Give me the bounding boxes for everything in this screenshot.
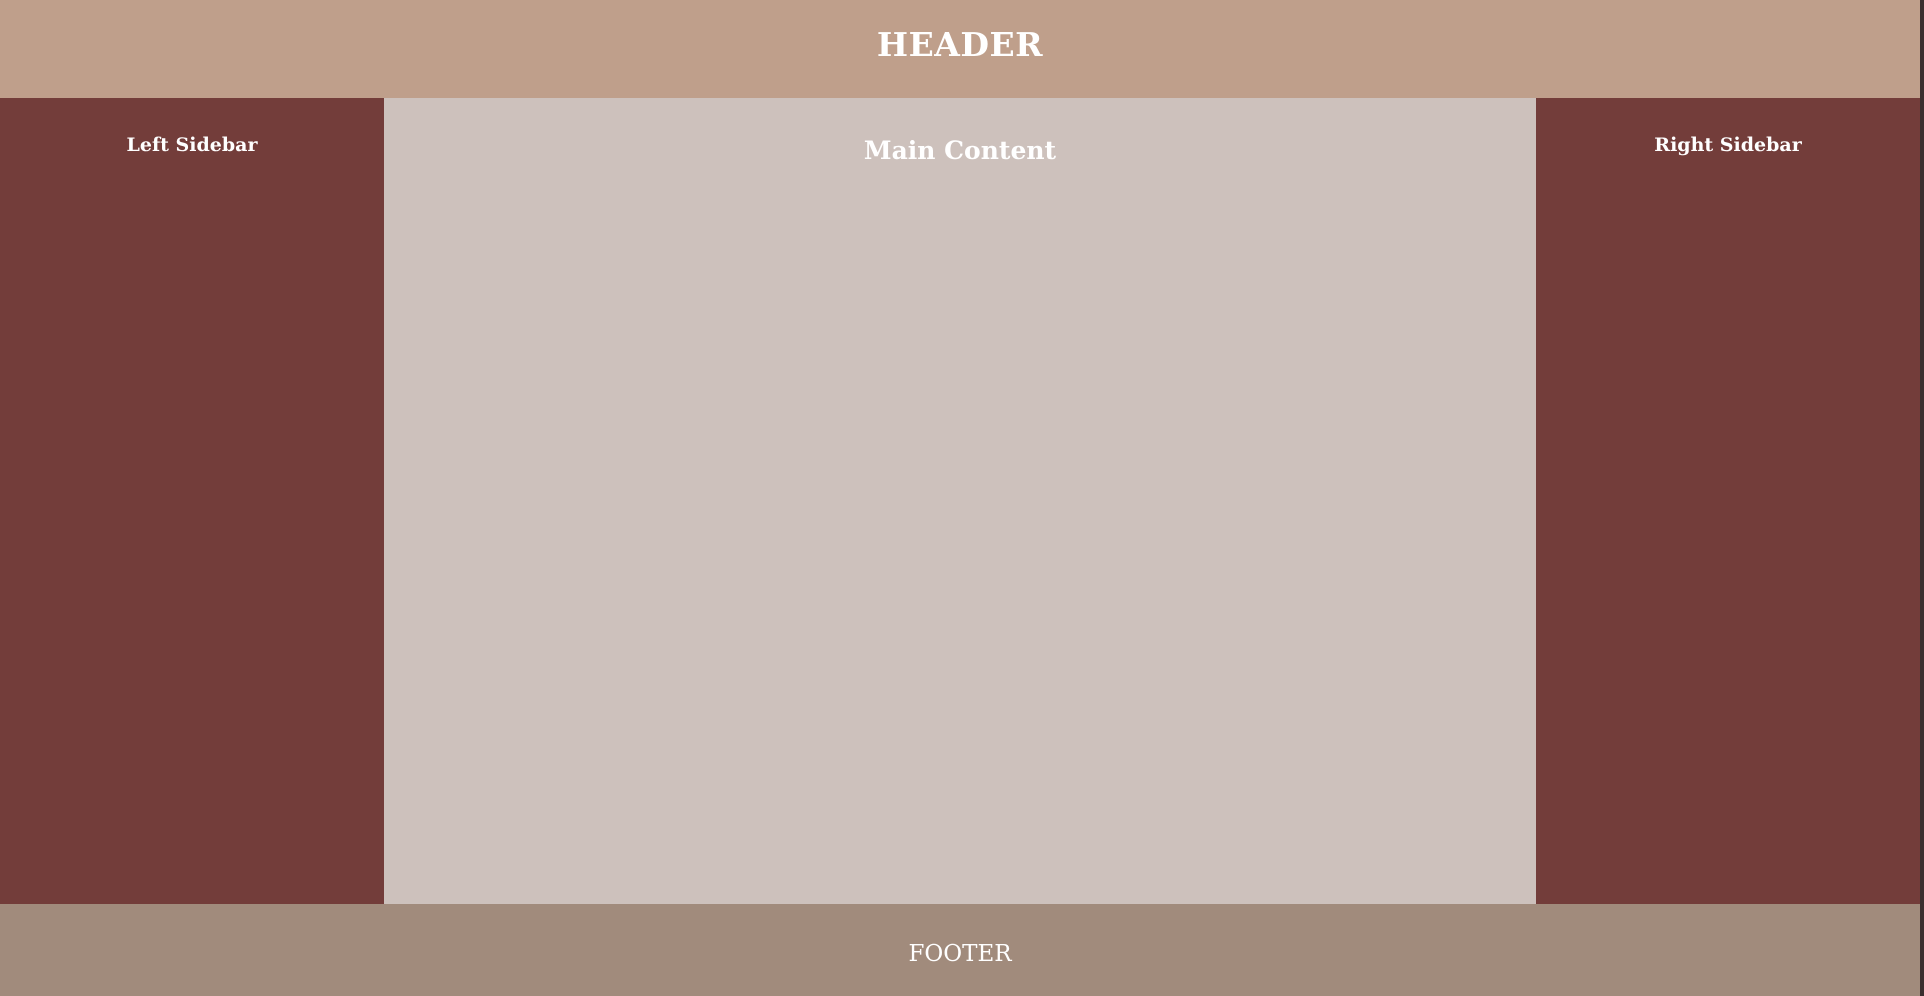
header-title: HEADER: [876, 24, 1044, 64]
main-content-title: Main Content: [863, 136, 1057, 165]
left-sidebar: Left Sidebar: [0, 98, 384, 904]
footer-text: FOOTER: [908, 941, 1012, 967]
page-footer: FOOTER: [0, 904, 1920, 996]
page-header: HEADER: [0, 0, 1920, 98]
right-sidebar-title: Right Sidebar: [1654, 134, 1802, 156]
right-sidebar: Right Sidebar: [1536, 98, 1920, 904]
page-layout: HEADER Left Sidebar Main Content Right S…: [0, 0, 1924, 996]
main-content: Main Content: [384, 98, 1536, 904]
left-sidebar-title: Left Sidebar: [126, 134, 258, 156]
